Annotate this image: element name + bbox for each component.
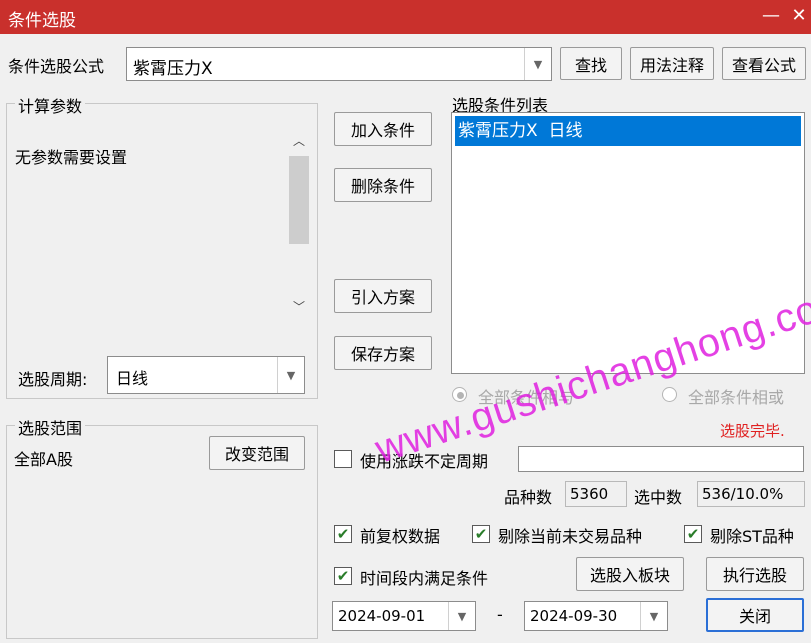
delete-condition-button[interactable]: 删除条件 xyxy=(334,168,432,202)
forward-adjust-label: 前复权数据 xyxy=(360,527,441,546)
change-range-button[interactable]: 改变范围 xyxy=(209,436,305,470)
scroll-down-icon[interactable]: ﹀ xyxy=(288,298,310,320)
formula-label: 条件选股公式 xyxy=(8,57,105,76)
add-condition-button[interactable]: 加入条件 xyxy=(334,112,432,146)
params-group: 计算参数 无参数需要设置 ︿ ﹀ 选股周期: 日线 ▼ xyxy=(6,93,318,399)
time-range-label: 时间段内满足条件 xyxy=(360,569,489,588)
range-group: 选股范围 全部A股 改变范围 xyxy=(6,415,318,639)
formula-select[interactable]: 紫霄压力X ▼ xyxy=(126,47,552,81)
range-value: 全部A股 xyxy=(14,450,73,469)
chevron-down-icon[interactable]: ▼ xyxy=(524,48,551,80)
selected-value: 536/10.0% xyxy=(697,481,805,507)
exclude-st-label: 剔除ST品种 xyxy=(710,527,794,546)
start-date-picker[interactable]: 2024-09-01 ▼ xyxy=(332,601,476,631)
exclude-st-checkbox[interactable]: ✔ xyxy=(684,525,702,543)
exclude-untraded-label: 剔除当前未交易品种 xyxy=(498,527,643,546)
period-label: 选股周期: xyxy=(18,370,88,389)
find-button[interactable]: 查找 xyxy=(560,47,622,80)
time-range-checkbox[interactable]: ✔ xyxy=(334,567,352,585)
forward-adjust-checkbox[interactable]: ✔ xyxy=(334,525,352,543)
status-text: 选股完毕. xyxy=(720,422,785,440)
window-title: 条件选股 xyxy=(8,11,76,31)
scroll-up-icon[interactable]: ︿ xyxy=(288,132,310,154)
end-date-picker[interactable]: 2024-09-30 ▼ xyxy=(524,601,668,631)
import-scheme-button[interactable]: 引入方案 xyxy=(334,279,432,313)
to-block-button[interactable]: 选股入板块 xyxy=(576,557,684,591)
variable-period-input[interactable] xyxy=(518,446,804,472)
view-formula-button[interactable]: 查看公式 xyxy=(722,47,806,80)
chevron-down-icon[interactable]: ▼ xyxy=(448,602,475,630)
close-icon[interactable]: ✕ xyxy=(785,4,811,28)
or-radio-label: 全部条件相或 xyxy=(688,388,785,407)
period-select[interactable]: 日线 ▼ xyxy=(107,356,305,394)
params-scrollbar[interactable]: ︿ ﹀ xyxy=(288,132,310,322)
chevron-down-icon[interactable]: ▼ xyxy=(640,602,667,630)
title-bar: 条件选股 — ✕ xyxy=(0,0,811,34)
usage-button[interactable]: 用法注释 xyxy=(630,47,714,80)
exclude-untraded-checkbox[interactable]: ✔ xyxy=(472,525,490,543)
or-radio xyxy=(662,387,677,402)
date-separator: - xyxy=(497,605,503,624)
range-legend: 选股范围 xyxy=(15,415,86,439)
count-value: 5360 xyxy=(565,481,627,507)
params-text: 无参数需要设置 xyxy=(15,148,128,167)
chevron-down-icon[interactable]: ▼ xyxy=(277,357,304,393)
execute-button[interactable]: 执行选股 xyxy=(706,557,804,591)
scrollbar-thumb[interactable] xyxy=(289,156,309,244)
list-item[interactable]: 紫霄压力X 日线 xyxy=(455,116,801,146)
close-button[interactable]: 关闭 xyxy=(706,598,804,632)
variable-period-checkbox[interactable] xyxy=(334,450,352,468)
start-date-value: 2024-09-01 xyxy=(338,607,426,625)
minimize-icon[interactable]: — xyxy=(757,4,785,28)
formula-value: 紫霄压力X xyxy=(133,59,213,79)
end-date-value: 2024-09-30 xyxy=(530,607,618,625)
params-legend: 计算参数 xyxy=(15,93,86,117)
save-scheme-button[interactable]: 保存方案 xyxy=(334,336,432,370)
count-label: 品种数 xyxy=(504,488,553,507)
period-value: 日线 xyxy=(116,369,149,388)
selected-label: 选中数 xyxy=(634,488,683,507)
